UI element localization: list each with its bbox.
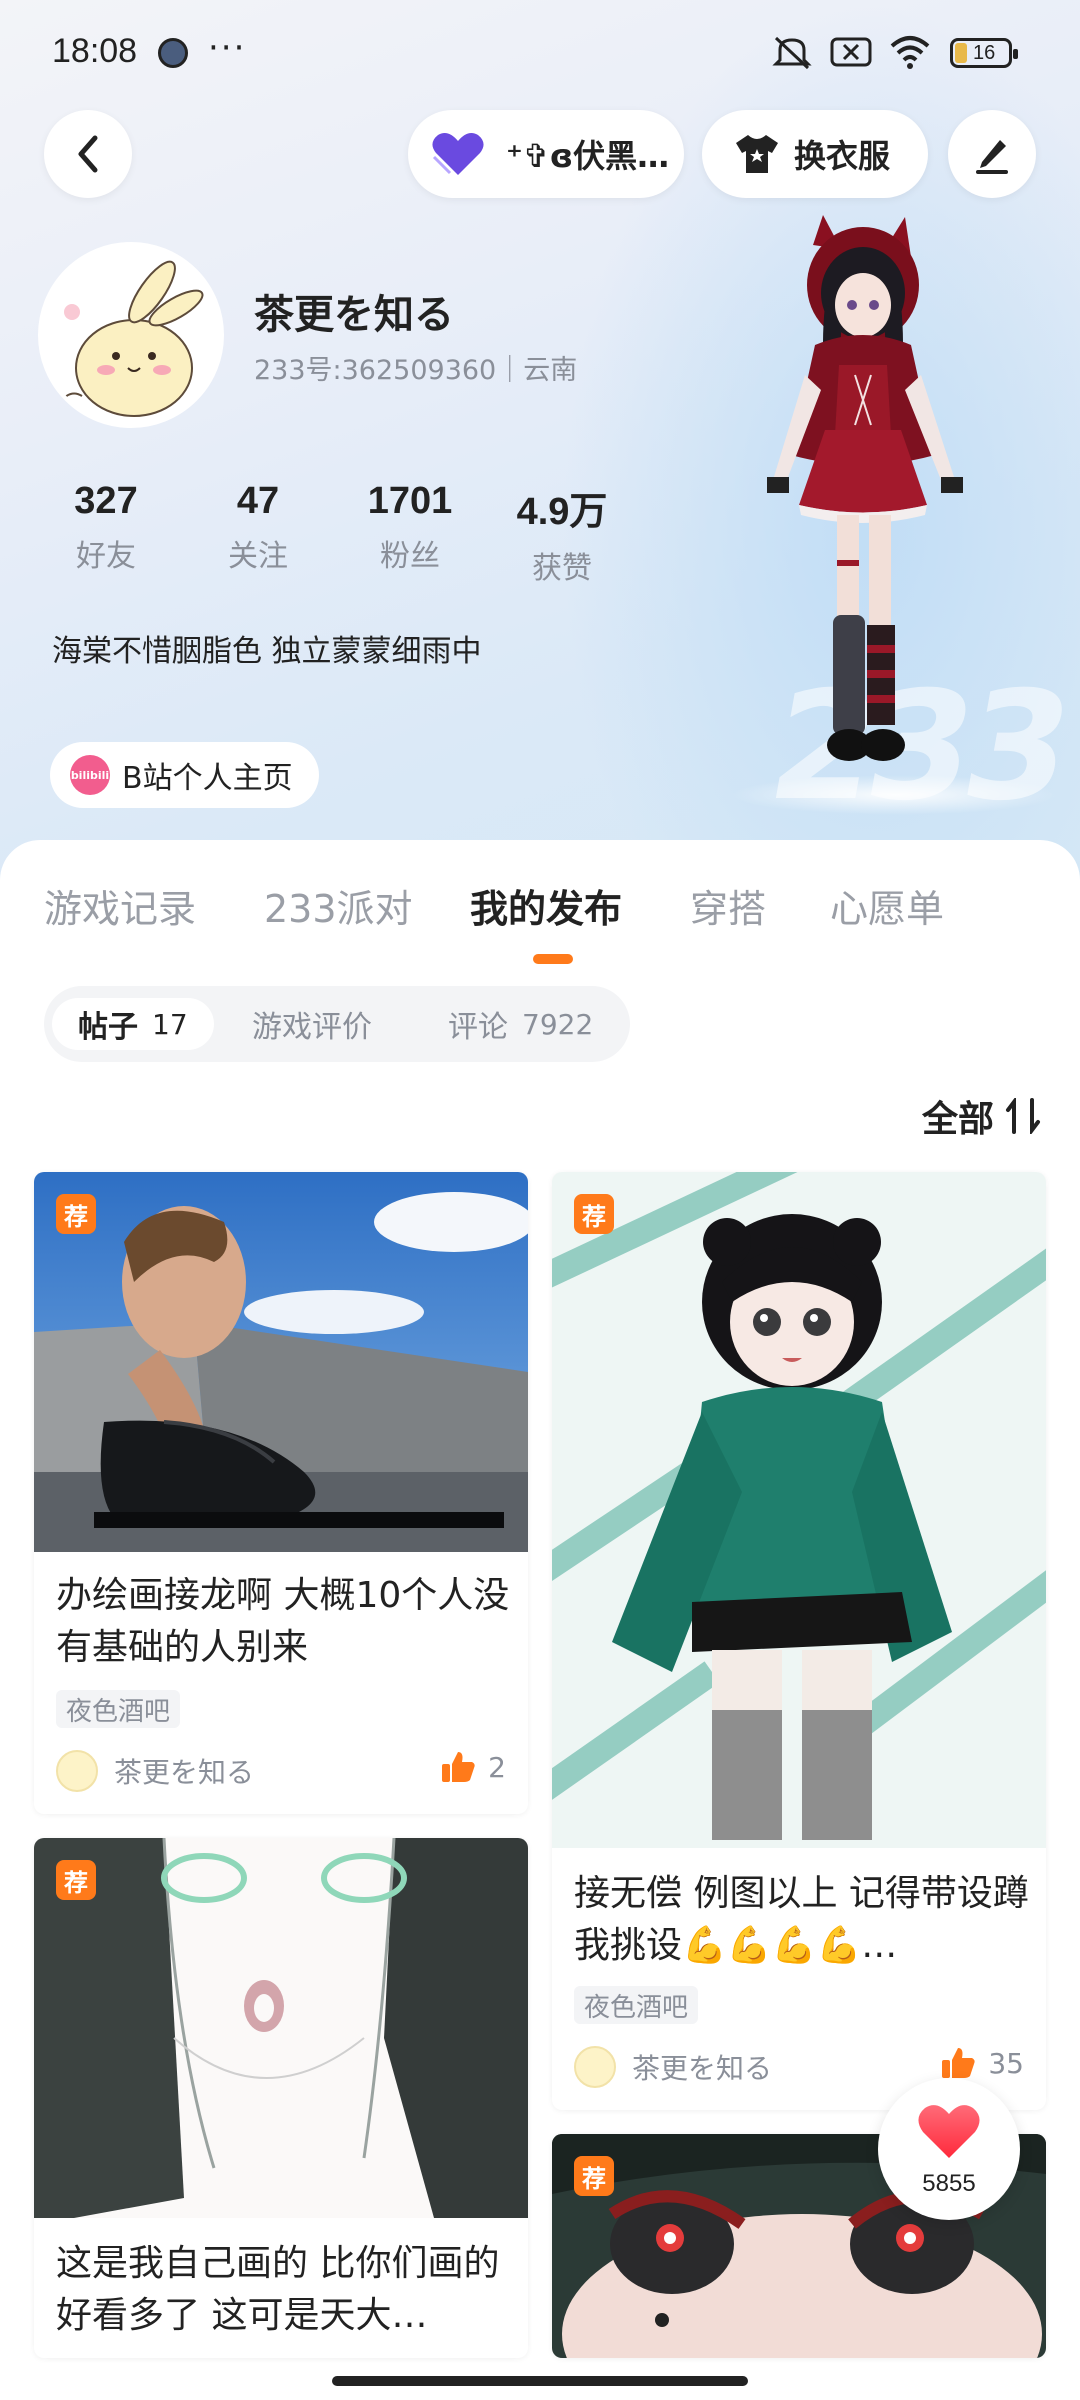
active-tab-indicator [533,954,573,964]
change-outfit-button[interactable]: 换衣服 [702,110,928,198]
status-bar: 18:08 ··· 16 [0,0,1080,100]
post-title: 办绘画接龙啊 大概10个人没有基础的人别来 [56,1575,510,1668]
shirt-icon [736,135,778,173]
tab-game-records[interactable]: 游戏记录 [44,878,196,933]
tab-my-posts[interactable]: 我的发布 [470,878,622,933]
post-card[interactable]: 荐 办绘画接龙啊 大概10个人没有基础的人别来 夜色酒吧 茶更を知る 2 [34,1172,528,1814]
stat-fans[interactable]: 1701 粉丝 [340,480,480,575]
like-count-floating-button[interactable]: 5855 [878,2078,1020,2220]
group-button[interactable]: ⁺✞ɞ伏黑… [408,110,684,198]
thumbs-up-icon [442,1752,475,1782]
post-image [552,1172,1046,1848]
tab-outfits[interactable]: 穿搭 [690,878,766,933]
recommended-badge: 荐 [574,2156,614,2196]
heart-icon [918,2105,980,2158]
user-avatar[interactable] [38,242,224,428]
like-button[interactable]: 2 [440,1750,506,1784]
like-count: 5855 [922,2170,976,2197]
author-avatar [56,1750,98,1792]
status-time: 18:08 [52,32,138,70]
author-avatar [574,2046,616,2088]
post-image [34,1172,528,1552]
sort-button[interactable]: 全部 [922,1090,1044,1142]
username: 茶更を知る [254,292,454,338]
chevron-left-icon [78,135,98,173]
post-author[interactable]: 茶更を知る [56,1750,254,1792]
no-sim-icon [830,34,872,70]
edit-profile-button[interactable] [948,110,1036,198]
post-title: 这是我自己画的 比你们画的好看多了 这可是天大… [56,2243,500,2336]
home-indicator[interactable] [332,2376,748,2386]
post-image [34,1838,528,2218]
sort-icon [1006,1098,1040,1134]
post-title: 接无偿 例图以上 记得带设蹲 我挑设💪💪💪💪… [574,1873,1029,1966]
bilibili-logo-icon: bilibili [70,755,110,795]
subtab-comments[interactable]: 评论 7922 [448,998,593,1050]
mute-icon [770,34,814,70]
subtab-game-reviews[interactable]: 游戏评价 [252,998,372,1050]
user-bio: 海棠不惜胭脂色 独立蒙蒙细雨中 [52,634,482,669]
stat-following[interactable]: 47 关注 [188,480,328,575]
more-notifications-icon: ··· [208,28,247,68]
recommended-badge: 荐 [574,1194,614,1234]
post-tag[interactable]: 夜色酒吧 [574,1986,699,2024]
heart-icon [432,133,484,175]
back-button[interactable] [44,110,132,198]
recommended-badge: 荐 [56,1194,96,1234]
post-author[interactable]: 茶更を知る [574,2046,772,2088]
post-tag[interactable]: 夜色酒吧 [56,1690,181,1728]
recommended-badge: 荐 [56,1860,96,1900]
bilibili-homepage-button[interactable]: bilibili B站个人主页 [50,742,319,808]
stat-friends[interactable]: 327 好友 [36,480,176,575]
pen-icon [976,140,1008,174]
battery-indicator: 16 [950,38,1018,68]
wifi-icon [888,34,932,70]
group-label: ⁺✞ɞ伏黑… [506,137,670,175]
subtab-posts[interactable]: 帖子 17 [52,998,214,1050]
change-outfit-label: 换衣服 [794,137,891,175]
post-card[interactable]: 荐 这是我自己画的 比你们画的好看多了 这可是天大… [34,1838,528,2358]
like-button[interactable]: 35 [940,2046,1024,2080]
globe-icon [158,38,188,68]
avatar-3d-character[interactable] [755,215,985,785]
bilibili-homepage-label: B站个人主页 [122,761,293,796]
tab-wishlist[interactable]: 心愿单 [830,878,944,933]
post-card[interactable]: 荐 接无偿 例图以上 记得带设蹲 我挑设💪💪💪💪… 夜色酒吧 茶更を知る 35 [552,1172,1046,2110]
stat-likes[interactable]: 4.9万 获赞 [492,480,632,587]
user-id-location: 233号:362509360｜云南 [254,355,578,386]
thumbs-up-icon [942,2048,976,2078]
tab-233-party[interactable]: 233派对 [264,878,413,933]
